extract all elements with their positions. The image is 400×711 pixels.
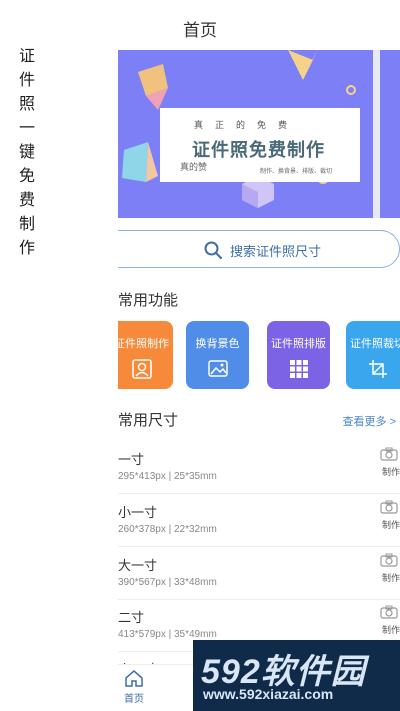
func-crop[interactable]: 证件照裁切 (346, 321, 400, 389)
func-change-bg[interactable]: 换背景色 (186, 321, 249, 389)
tab-home[interactable]: 首页 (118, 669, 154, 705)
see-more-link[interactable]: 查看更多 > (343, 413, 396, 429)
camera-icon (380, 553, 398, 567)
side-title-char: 键 (18, 142, 35, 161)
func-id-photo[interactable]: 证件照制作 (118, 321, 173, 389)
func-layout[interactable]: 证件照排版 (267, 321, 330, 389)
search-bar[interactable]: 搜索证件照尺寸 (118, 230, 400, 268)
top-bar: 首页 (118, 0, 400, 50)
promo-banner[interactable]: 真正的免费 证件照免费制作 真的赞 制作、换背景、排版、裁切 (118, 50, 373, 218)
camera-icon (380, 447, 398, 461)
sizes-title: 常用尺寸 (118, 412, 179, 429)
grid-icon (290, 360, 308, 378)
size-spec: 390*567px | 33*48mm (118, 577, 217, 588)
size-spec: 413*579px | 35*49mm (118, 629, 217, 640)
camera-icon (380, 605, 398, 619)
size-row[interactable]: 小一寸 260*378px | 22*32mm 制作 (118, 494, 400, 547)
page-title: 首页 (183, 21, 217, 40)
func-label: 证件照排版 (271, 338, 326, 350)
make-label: 制作 (381, 573, 400, 583)
banner-line1: 真正的免费 (194, 120, 300, 130)
side-title-char: 照 (18, 94, 35, 113)
size-name: 二寸 (118, 610, 145, 625)
banner-card: 真正的免费 证件照免费制作 真的赞 制作、换背景、排版、裁切 (160, 108, 360, 182)
size-name: 一寸 (118, 452, 145, 467)
side-title-char: 免 (18, 166, 35, 185)
side-title-char: 制 (18, 214, 35, 233)
carousel-gap (373, 50, 380, 218)
banner-headline: 证件照免费制作 (192, 140, 325, 160)
size-row[interactable]: 一寸 295*413px | 25*35mm 制作 (118, 441, 400, 494)
portrait-icon (132, 359, 152, 379)
side-title-char: 作 (18, 238, 35, 257)
make-label: 制作 (381, 520, 400, 530)
size-name: 小一寸 (118, 505, 158, 520)
side-title-char: 件 (18, 70, 35, 89)
next-banner[interactable] (380, 50, 400, 218)
home-icon (125, 670, 143, 687)
make-label: 制作 (381, 625, 400, 635)
func-label: 证件照裁切 (350, 338, 400, 350)
search-icon (204, 241, 222, 259)
side-title: 证 件 照 一 键 免 费 制 作 (17, 44, 37, 260)
size-spec: 260*378px | 22*32mm (118, 524, 217, 535)
func-label: 证件照制作 (118, 338, 169, 350)
size-name: 大一寸 (118, 558, 158, 573)
banner-tag: 真的赞 (180, 162, 208, 172)
watermark: 592软件园 www.592xiazai.com (193, 640, 400, 711)
banner-note: 制作、换背景、排版、裁切 (260, 169, 333, 175)
tab-home-label: 首页 (124, 694, 144, 705)
camera-icon (380, 500, 398, 514)
size-spec: 295*413px | 25*35mm (118, 471, 217, 482)
watermark-url: www.592xiazai.com (203, 686, 334, 702)
functions-title: 常用功能 (118, 292, 179, 309)
side-title-char: 费 (18, 190, 35, 209)
app-screen: 首页 真正的免费 证件照免费制作 真的赞 制作、换背景、排版、裁切 搜索证件照尺… (118, 0, 400, 711)
crop-icon (369, 360, 387, 378)
search-placeholder: 搜索证件照尺寸 (230, 244, 322, 259)
size-row[interactable]: 大一寸 390*567px | 33*48mm 制作 (118, 547, 400, 600)
image-icon (208, 360, 228, 377)
side-title-char: 一 (18, 118, 35, 137)
side-title-char: 证 (18, 46, 35, 65)
make-label: 制作 (381, 467, 400, 477)
func-label: 换背景色 (195, 338, 240, 350)
